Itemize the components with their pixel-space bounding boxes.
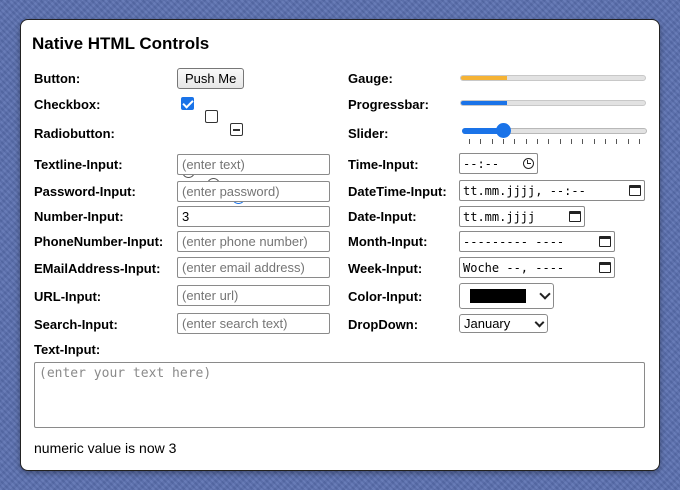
slider-tick: [571, 139, 572, 144]
slider-tick: [537, 139, 538, 144]
date-input[interactable]: tt.mm.jjjj: [459, 206, 585, 227]
button-label: Button:: [34, 71, 81, 86]
search-label: Search-Input:: [34, 317, 118, 332]
month-input[interactable]: --------- ----: [459, 231, 615, 252]
slider-tick: [491, 139, 493, 144]
slider-tick: [559, 139, 561, 144]
slider-tick: [480, 139, 482, 144]
checkbox-label: Checkbox:: [34, 97, 101, 112]
text-label: Text-Input:: [34, 342, 101, 357]
week-value: Woche --, ----: [463, 260, 565, 275]
textline-label: Textline-Input:: [34, 157, 123, 172]
color-swatch: [470, 289, 526, 303]
email-label: EMailAddress-Input:: [34, 261, 161, 276]
progress-bar: [460, 100, 646, 106]
color-label: Color-Input:: [348, 289, 423, 304]
week-label: Week-Input:: [348, 261, 423, 276]
url-input[interactable]: [177, 285, 330, 306]
slider-tick: [593, 139, 595, 144]
dropdown-label: DropDown:: [348, 317, 419, 332]
gauge-meter: [460, 75, 646, 81]
datetime-input[interactable]: tt.mm.jjjj, --:--: [459, 180, 645, 201]
color-input[interactable]: [459, 283, 554, 309]
slider-tick: [525, 139, 527, 144]
datetime-label: DateTime-Input:: [348, 184, 447, 199]
month-dropdown[interactable]: January: [459, 314, 548, 333]
push-me-button[interactable]: Push Me: [177, 68, 245, 89]
url-label: URL-Input:: [34, 289, 102, 304]
clock-icon[interactable]: [523, 158, 534, 169]
datetime-value: tt.mm.jjjj, --:--: [463, 183, 586, 198]
textline-input[interactable]: [177, 154, 330, 175]
slider-tick: [548, 139, 550, 144]
page-title: Native HTML Controls: [32, 34, 210, 53]
month-label: Month-Input:: [348, 234, 428, 249]
number-input[interactable]: [177, 206, 330, 227]
calendar-icon[interactable]: [599, 236, 611, 247]
phone-input[interactable]: [177, 231, 330, 252]
calendar-icon[interactable]: [569, 211, 581, 222]
gauge-label: Gauge:: [348, 71, 393, 86]
search-input[interactable]: [177, 313, 330, 334]
week-input[interactable]: Woche --, ----: [459, 257, 615, 278]
slider-tick: [627, 139, 629, 144]
time-input[interactable]: --:--: [459, 153, 538, 174]
phone-label: PhoneNumber-Input:: [34, 234, 164, 249]
slider-label: Slider:: [348, 126, 389, 141]
time-value: --:--: [463, 156, 500, 171]
gauge-fill: [461, 76, 507, 80]
checkbox-checked[interactable]: [181, 97, 194, 110]
slider-tick: [605, 139, 606, 144]
progressbar-label: Progressbar:: [348, 97, 429, 112]
chevron-down-icon: [539, 288, 551, 300]
radiobutton-label: Radiobutton:: [34, 126, 115, 141]
slider-thumb[interactable]: [496, 123, 511, 138]
controls-panel: Native HTML Controls Button: Checkbox: R…: [20, 19, 660, 471]
number-label: Number-Input:: [34, 209, 124, 224]
date-value: tt.mm.jjjj: [463, 209, 536, 224]
slider-tick: [469, 139, 470, 144]
status-text: numeric value is now 3: [34, 440, 177, 456]
date-label: Date-Input:: [348, 209, 417, 224]
email-input[interactable]: [177, 257, 330, 278]
checkbox-unchecked[interactable]: [205, 110, 218, 123]
text-input-area[interactable]: [34, 362, 645, 428]
slider-tick: [616, 139, 618, 144]
month-value: --------- ----: [463, 234, 565, 249]
password-input[interactable]: [177, 181, 330, 202]
progress-fill: [461, 101, 507, 105]
dropdown-value: January: [464, 316, 511, 331]
calendar-icon[interactable]: [599, 262, 611, 273]
slider-control[interactable]: [462, 123, 647, 145]
slider-tick: [639, 139, 640, 144]
slider-tick: [582, 139, 584, 144]
time-label: Time-Input:: [348, 157, 419, 172]
checkbox-indeterminate[interactable]: [230, 123, 243, 136]
slider-tick: [514, 139, 516, 144]
calendar-icon[interactable]: [629, 185, 641, 196]
chevron-down-icon: [534, 317, 545, 327]
password-label: Password-Input:: [34, 184, 136, 199]
slider-tick: [503, 139, 504, 144]
